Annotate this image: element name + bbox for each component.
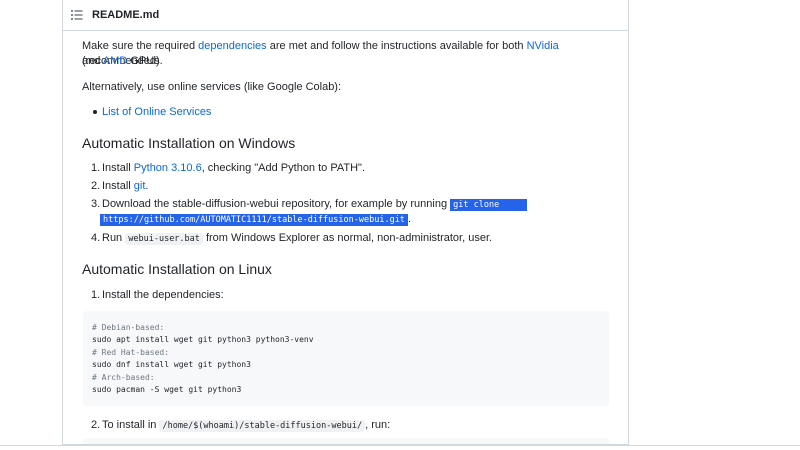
list-number: 3.: [91, 198, 101, 210]
windows-heading: Automatic Installation on Windows: [82, 135, 296, 151]
step-text: Install: [102, 180, 134, 192]
linux-step-2: To install in /home/$(whoami)/stable-dif…: [102, 418, 390, 434]
git-link[interactable]: git: [134, 180, 146, 192]
list-number: 1.: [91, 162, 101, 174]
nvidia-link[interactable]: NVidia: [527, 40, 559, 52]
linux-step-1: Install the dependencies:: [102, 289, 224, 301]
intro-text: are met and follow the instructions avai…: [266, 40, 527, 52]
code-line: # Red Hat-based:: [92, 348, 170, 357]
windows-step-3-line2: https://github.com/AUTOMATIC1111/stable-…: [100, 212, 411, 228]
code-line: # Arch-based:: [92, 373, 155, 382]
step-text: , checking "Add Python to PATH".: [201, 162, 366, 174]
windows-step-4: Run webui-user.bat from Windows Explorer…: [102, 231, 492, 247]
git-clone-code[interactable]: git clone: [450, 199, 528, 211]
list-number: 4.: [91, 232, 101, 244]
code-block-partial: [83, 438, 609, 444]
code-line: # Debian-based:: [92, 323, 165, 332]
intro-paragraph-line2: and AMD GPUs.: [82, 54, 163, 69]
readme-panel: README.md Make sure the required depende…: [62, 0, 629, 445]
amd-link[interactable]: AMD: [103, 55, 127, 67]
list-number: 2.: [91, 419, 101, 431]
page-divider: [0, 445, 800, 446]
step-text: To install in: [102, 419, 160, 431]
code-line: sudo pacman -S wget git python3: [92, 385, 242, 394]
alternatively-text: Alternatively, use online services (like…: [82, 81, 342, 93]
intro-text: GPUs.: [127, 55, 163, 67]
code-line: sudo apt install wget git python3 python…: [92, 335, 314, 344]
step-text: .: [407, 213, 411, 225]
repo-url-code[interactable]: https://github.com/AUTOMATIC1111/stable-…: [100, 214, 408, 226]
online-services-link[interactable]: List of Online Services: [102, 105, 211, 120]
step-text: Install: [102, 162, 134, 174]
python-link[interactable]: Python 3.10.6: [134, 162, 202, 174]
windows-step-3: Download the stable-diffusion-webui repo…: [102, 197, 528, 213]
list-number: 1.: [91, 289, 101, 301]
webui-bat-code: webui-user.bat: [125, 233, 203, 245]
intro-text: Make sure the required: [82, 40, 199, 52]
list-number: 2.: [91, 180, 101, 192]
code-line: sudo dnf install wget git python3: [92, 360, 251, 369]
install-path-code: /home/$(whoami)/stable-diffusion-webui/: [159, 420, 366, 432]
step-text: .: [145, 180, 149, 192]
code-block[interactable]: # Debian-based: sudo apt install wget gi…: [83, 311, 609, 406]
readme-title: README.md: [92, 9, 160, 21]
list-icon[interactable]: [70, 8, 84, 22]
step-text: from Windows Explorer as normal, non-adm…: [202, 232, 493, 244]
windows-step-1: Install Python 3.10.6, checking "Add Pyt…: [102, 161, 365, 176]
step-text: , run:: [365, 419, 391, 431]
readme-header: README.md: [63, 0, 628, 31]
dependencies-link[interactable]: dependencies: [198, 40, 267, 52]
step-text: Run: [102, 232, 126, 244]
windows-step-2: Install git.: [102, 179, 148, 194]
intro-text: and: [82, 55, 103, 67]
bullet-dot: [93, 110, 97, 114]
linux-heading: Automatic Installation on Linux: [82, 261, 272, 277]
step-text: Download the stable-diffusion-webui repo…: [102, 198, 451, 210]
